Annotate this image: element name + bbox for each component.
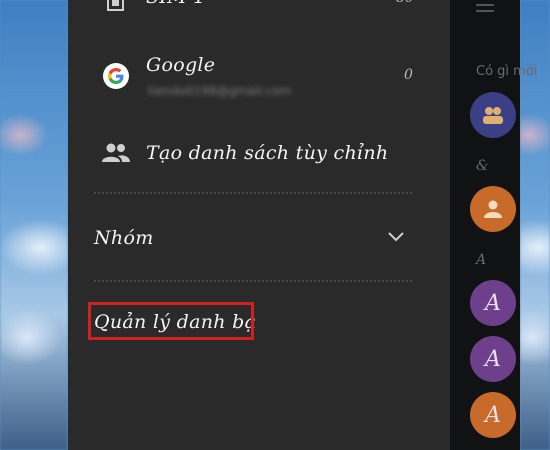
person-icon [484, 200, 502, 218]
menu-icon[interactable] [476, 0, 494, 12]
sim1-count: 80 [396, 0, 414, 6]
avatar[interactable]: A [470, 392, 516, 438]
contacts-list-background: Có gì mới & A A A A [450, 0, 537, 450]
groups-label: Nhóm [94, 227, 154, 249]
chevron-down-icon[interactable] [388, 232, 404, 242]
avatar[interactable]: A [470, 280, 516, 326]
avatar-letter: A [485, 290, 501, 316]
avatar[interactable] [470, 92, 516, 138]
avatar-letter: A [485, 346, 501, 372]
google-icon [103, 63, 129, 89]
google-label: Google [146, 54, 216, 76]
google-count: 0 [404, 67, 413, 83]
people-icon [102, 143, 130, 162]
section-header: & [476, 158, 489, 174]
highlight-box [88, 302, 254, 340]
section-header: A [476, 252, 487, 268]
divider [94, 192, 412, 194]
google-account-email: tiendo0198@gmail.com [148, 84, 292, 98]
avatar[interactable] [470, 186, 516, 232]
whats-new-header: Có gì mới [476, 64, 538, 79]
people-icon [483, 107, 503, 124]
navigation-drawer: SIM 1 80 Google tiendo0198@gmail.com 0 T… [68, 0, 450, 450]
avatar-letter: A [485, 402, 501, 428]
wallpaper-left [0, 0, 68, 450]
sim-card-icon [107, 0, 124, 11]
avatar[interactable]: A [470, 336, 516, 382]
create-custom-list-label: Tạo danh sách tùy chỉnh [146, 142, 389, 164]
sim1-label: SIM 1 [146, 0, 206, 8]
divider [94, 280, 412, 282]
